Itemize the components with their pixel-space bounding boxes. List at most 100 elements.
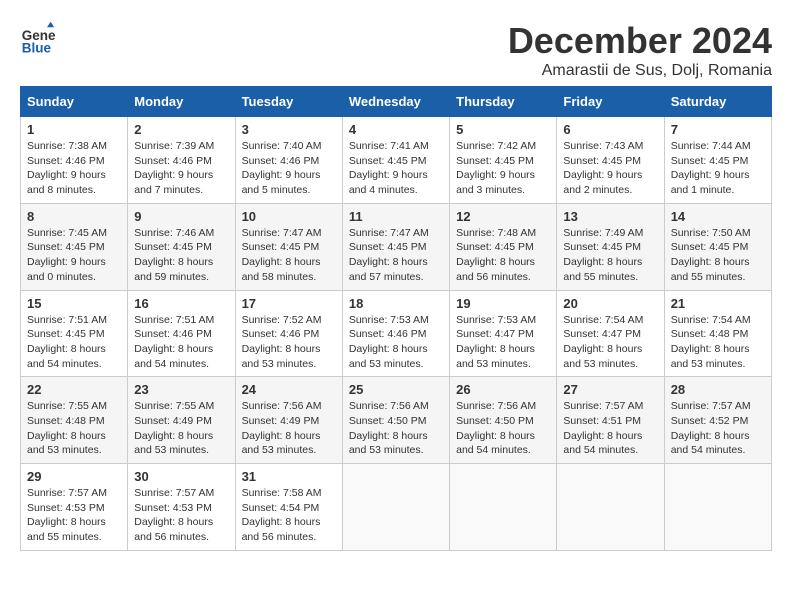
day-number: 22	[27, 382, 121, 397]
calendar-week-1: 1Sunrise: 7:38 AMSunset: 4:46 PMDaylight…	[21, 117, 772, 204]
calendar-cell: 2 Sunrise: 7:39 AMSunset: 4:46 PMDaylight…	[128, 117, 235, 204]
day-detail: Sunrise: 7:50 AMSunset: 4:45 PMDaylight:…	[671, 226, 765, 285]
calendar-cell: 7 Sunrise: 7:44 AMSunset: 4:45 PMDaylight…	[664, 117, 771, 204]
day-detail: Sunrise: 7:54 AMSunset: 4:47 PMDaylight:…	[563, 313, 657, 372]
day-detail: Sunrise: 7:57 AMSunset: 4:52 PMDaylight:…	[671, 399, 765, 458]
day-detail: Sunrise: 7:39 AMSunset: 4:46 PMDaylight:…	[134, 139, 228, 198]
day-detail: Sunrise: 7:46 AMSunset: 4:45 PMDaylight:…	[134, 226, 228, 285]
calendar-cell: 6 Sunrise: 7:43 AMSunset: 4:45 PMDaylight…	[557, 117, 664, 204]
day-number: 1	[27, 122, 121, 137]
calendar-cell: 26Sunrise: 7:56 AMSunset: 4:50 PMDayligh…	[450, 377, 557, 464]
calendar-body: 1Sunrise: 7:38 AMSunset: 4:46 PMDaylight…	[21, 117, 772, 551]
day-number: 23	[134, 382, 228, 397]
day-detail: Sunrise: 7:55 AMSunset: 4:49 PMDaylight:…	[134, 399, 228, 458]
calendar-cell	[342, 464, 449, 551]
calendar-cell: 21 Sunrise: 7:54 AMSunset: 4:48 PMDayligh…	[664, 290, 771, 377]
calendar-cell: 29Sunrise: 7:57 AMSunset: 4:53 PMDayligh…	[21, 464, 128, 551]
day-number: 2	[134, 122, 228, 137]
day-number: 7	[671, 122, 765, 137]
day-detail: Sunrise: 7:51 AMSunset: 4:46 PMDaylight:…	[134, 313, 228, 372]
day-number: 13	[563, 209, 657, 224]
day-detail: Sunrise: 7:49 AMSunset: 4:45 PMDaylight:…	[563, 226, 657, 285]
calendar-cell	[664, 464, 771, 551]
calendar-week-4: 22 Sunrise: 7:55 AMSunset: 4:48 PMDayligh…	[21, 377, 772, 464]
calendar-cell: 4Sunrise: 7:41 AMSunset: 4:45 PMDaylight…	[342, 117, 449, 204]
day-detail: Sunrise: 7:42 AMSunset: 4:45 PMDaylight:…	[456, 139, 550, 198]
day-number: 27	[563, 382, 657, 397]
day-detail: Sunrise: 7:51 AMSunset: 4:45 PMDaylight:…	[27, 313, 121, 372]
day-detail: Sunrise: 7:54 AMSunset: 4:48 PMDaylight:…	[671, 313, 765, 372]
day-detail: Sunrise: 7:48 AMSunset: 4:45 PMDaylight:…	[456, 226, 550, 285]
calendar-cell: 23 Sunrise: 7:55 AMSunset: 4:49 PMDayligh…	[128, 377, 235, 464]
day-detail: Sunrise: 7:58 AMSunset: 4:54 PMDaylight:…	[242, 486, 336, 545]
day-detail: Sunrise: 7:47 AMSunset: 4:45 PMDaylight:…	[242, 226, 336, 285]
calendar-cell: 3Sunrise: 7:40 AMSunset: 4:46 PMDaylight…	[235, 117, 342, 204]
calendar-cell: 12 Sunrise: 7:48 AMSunset: 4:45 PMDayligh…	[450, 203, 557, 290]
calendar-cell: 1Sunrise: 7:38 AMSunset: 4:46 PMDaylight…	[21, 117, 128, 204]
page-header: General Blue December 2024 Amarastii de …	[20, 20, 772, 80]
svg-text:Blue: Blue	[22, 40, 52, 55]
day-detail: Sunrise: 7:44 AMSunset: 4:45 PMDaylight:…	[671, 139, 765, 198]
calendar-cell: 11 Sunrise: 7:47 AMSunset: 4:45 PMDayligh…	[342, 203, 449, 290]
calendar-cell: 8Sunrise: 7:45 AMSunset: 4:45 PMDaylight…	[21, 203, 128, 290]
month-year-title: December 2024	[508, 20, 772, 62]
logo: General Blue	[20, 20, 56, 56]
calendar-cell: 16 Sunrise: 7:51 AMSunset: 4:46 PMDayligh…	[128, 290, 235, 377]
calendar-header-row: SundayMondayTuesdayWednesdayThursdayFrid…	[21, 87, 772, 117]
day-number: 26	[456, 382, 550, 397]
calendar-cell: 17 Sunrise: 7:52 AMSunset: 4:46 PMDayligh…	[235, 290, 342, 377]
day-number: 15	[27, 296, 121, 311]
day-number: 18	[349, 296, 443, 311]
calendar-cell	[450, 464, 557, 551]
day-number: 11	[349, 209, 443, 224]
calendar-cell: 20 Sunrise: 7:54 AMSunset: 4:47 PMDayligh…	[557, 290, 664, 377]
location-subtitle: Amarastii de Sus, Dolj, Romania	[508, 62, 772, 80]
day-number: 6	[563, 122, 657, 137]
calendar-cell: 24 Sunrise: 7:56 AMSunset: 4:49 PMDayligh…	[235, 377, 342, 464]
day-number: 29	[27, 469, 121, 484]
day-number: 4	[349, 122, 443, 137]
day-detail: Sunrise: 7:57 AMSunset: 4:51 PMDaylight:…	[563, 399, 657, 458]
day-detail: Sunrise: 7:52 AMSunset: 4:46 PMDaylight:…	[242, 313, 336, 372]
calendar-cell: 31 Sunrise: 7:58 AMSunset: 4:54 PMDayligh…	[235, 464, 342, 551]
calendar-cell	[557, 464, 664, 551]
calendar-week-2: 8Sunrise: 7:45 AMSunset: 4:45 PMDaylight…	[21, 203, 772, 290]
day-detail: Sunrise: 7:47 AMSunset: 4:45 PMDaylight:…	[349, 226, 443, 285]
day-header-sunday: Sunday	[21, 87, 128, 117]
calendar-cell: 10Sunrise: 7:47 AMSunset: 4:45 PMDayligh…	[235, 203, 342, 290]
day-number: 16	[134, 296, 228, 311]
calendar-cell: 13 Sunrise: 7:49 AMSunset: 4:45 PMDayligh…	[557, 203, 664, 290]
day-number: 14	[671, 209, 765, 224]
day-number: 20	[563, 296, 657, 311]
calendar-cell: 30Sunrise: 7:57 AMSunset: 4:53 PMDayligh…	[128, 464, 235, 551]
calendar-cell: 5Sunrise: 7:42 AMSunset: 4:45 PMDaylight…	[450, 117, 557, 204]
calendar-table: SundayMondayTuesdayWednesdayThursdayFrid…	[20, 86, 772, 551]
day-detail: Sunrise: 7:57 AMSunset: 4:53 PMDaylight:…	[134, 486, 228, 545]
day-detail: Sunrise: 7:55 AMSunset: 4:48 PMDaylight:…	[27, 399, 121, 458]
day-detail: Sunrise: 7:53 AMSunset: 4:47 PMDaylight:…	[456, 313, 550, 372]
calendar-cell: 9Sunrise: 7:46 AMSunset: 4:45 PMDaylight…	[128, 203, 235, 290]
day-detail: Sunrise: 7:45 AMSunset: 4:45 PMDaylight:…	[27, 226, 121, 285]
day-detail: Sunrise: 7:56 AMSunset: 4:50 PMDaylight:…	[349, 399, 443, 458]
day-header-saturday: Saturday	[664, 87, 771, 117]
calendar-cell: 18Sunrise: 7:53 AMSunset: 4:46 PMDayligh…	[342, 290, 449, 377]
logo-icon: General Blue	[20, 20, 56, 56]
calendar-cell: 19Sunrise: 7:53 AMSunset: 4:47 PMDayligh…	[450, 290, 557, 377]
day-header-monday: Monday	[128, 87, 235, 117]
calendar-week-5: 29 Sunrise: 7:57 AMSunset: 4:53 PMDayligh…	[21, 464, 772, 551]
title-block: December 2024 Amarastii de Sus, Dolj, Ro…	[508, 20, 772, 80]
day-number: 31	[242, 469, 336, 484]
day-header-wednesday: Wednesday	[342, 87, 449, 117]
day-detail: Sunrise: 7:43 AMSunset: 4:45 PMDaylight:…	[563, 139, 657, 198]
day-number: 24	[242, 382, 336, 397]
day-number: 17	[242, 296, 336, 311]
day-number: 3	[242, 122, 336, 137]
day-detail: Sunrise: 7:56 AMSunset: 4:49 PMDaylight:…	[242, 399, 336, 458]
day-header-tuesday: Tuesday	[235, 87, 342, 117]
calendar-cell: 25 Sunrise: 7:56 AMSunset: 4:50 PMDayligh…	[342, 377, 449, 464]
day-number: 25	[349, 382, 443, 397]
day-number: 12	[456, 209, 550, 224]
day-number: 21	[671, 296, 765, 311]
calendar-cell: 14 Sunrise: 7:50 AMSunset: 4:45 PMDayligh…	[664, 203, 771, 290]
calendar-cell: 22 Sunrise: 7:55 AMSunset: 4:48 PMDayligh…	[21, 377, 128, 464]
